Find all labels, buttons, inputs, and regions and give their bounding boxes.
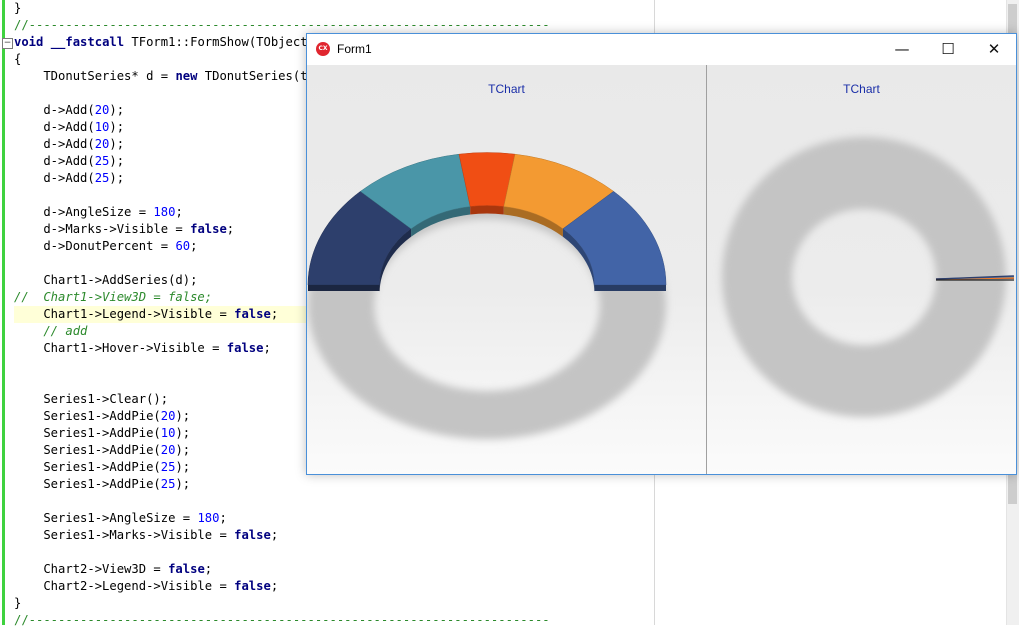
minimize-button[interactable]: — [879,34,925,65]
chart2-pie-svg[interactable] [707,65,1016,474]
title-bar[interactable]: CX Form1 — ☐ ✕ [307,34,1016,65]
code-line: Series1->AddPie(25); [14,477,191,491]
code-line: Series1->AddPie(10); [14,426,191,440]
code-line: d->DonutPercent = 60; [14,239,198,253]
code-line: d->Marks->Visible = false; [14,222,235,236]
code-line: TDonutSeries* d = new TDonutSeries(this)… [14,69,345,83]
code-line: d->Add(25); [14,154,125,168]
cx-app-icon: CX [316,42,330,56]
code-line: Chart1->AddSeries(d); [14,273,198,287]
window-title: Form1 [337,42,372,56]
code-line: Series1->AddPie(25); [14,460,191,474]
code-line: d->Add(20); [14,103,125,117]
code-line: Series1->AngleSize = 180; [14,511,227,525]
close-button[interactable]: ✕ [971,34,1017,65]
code-line: d->Add(20); [14,137,125,151]
form1-window[interactable]: CX Form1 — ☐ ✕ TChart TChart [306,33,1017,475]
code-line: Chart2->View3D = false; [14,562,213,576]
donut-left-edge [308,285,380,291]
code-line: } [14,1,22,15]
code-line: // add [14,324,88,338]
chart1-panel[interactable]: TChart [307,65,706,474]
chart1-donut-svg[interactable] [307,65,706,474]
donut-inner-wall [470,205,504,215]
code-line: Series1->AddPie(20); [14,409,191,423]
donut-right-edge [594,285,666,291]
code-line: Series1->Clear(); [14,392,169,406]
code-line: } [14,596,22,610]
code-line: Chart2->Legend->Visible = false; [14,579,279,593]
code-line: Series1->AddPie(20); [14,443,191,457]
modified-lines-gutter [2,0,5,625]
code-line: // Chart1->View3D = false; [14,290,213,304]
code-line: Chart1->Hover->Visible = false; [14,341,271,355]
code-line: { [14,52,22,66]
code-line: Series1->Marks->Visible = false; [14,528,279,542]
pie-shadow-ring [722,136,1006,418]
code-line: //--------------------------------------… [14,613,550,627]
fold-toggle-icon[interactable]: − [2,38,13,49]
maximize-button[interactable]: ☐ [925,34,971,65]
code-line: d->Add(10); [14,120,125,134]
chart2-panel[interactable]: TChart [707,65,1016,474]
code-line: d->Add(25); [14,171,125,185]
code-line: d->AngleSize = 180; [14,205,183,219]
code-line: //--------------------------------------… [14,18,550,32]
